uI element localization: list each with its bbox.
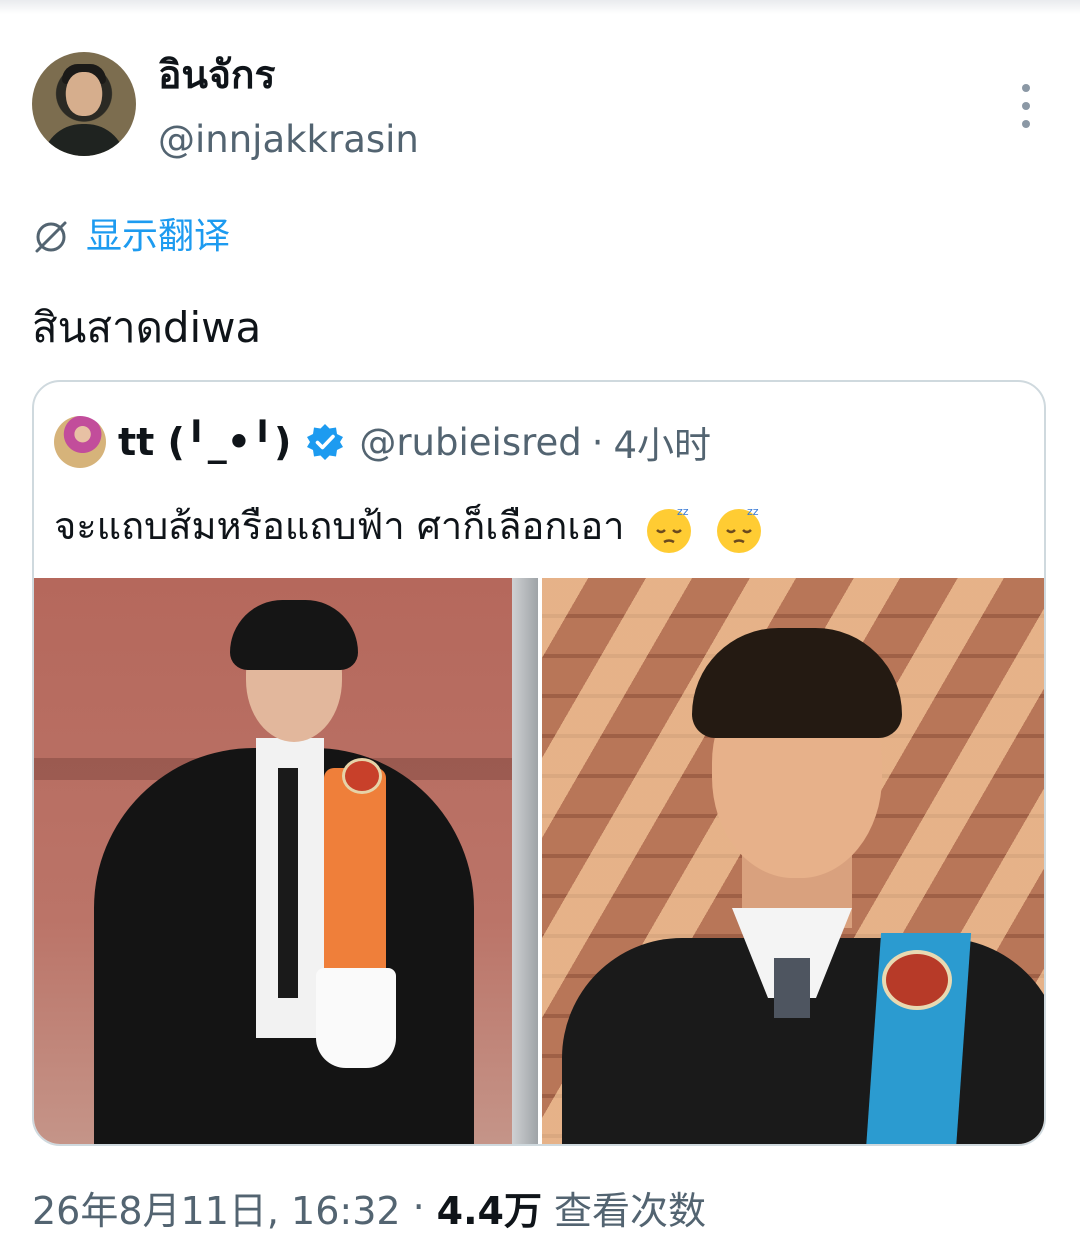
show-translation-button[interactable]: 显示翻译 (32, 212, 230, 262)
views-count: 4.4万 (436, 1188, 542, 1233)
show-translation-label: 显示翻译 (86, 216, 231, 257)
svg-text:zz: zz (677, 505, 689, 518)
quoted-tweet-card[interactable]: tt (╹_•╹) @rubieisred · 4小时 จะแถบส้มหรือ… (32, 380, 1046, 1146)
quoted-tweet-text-line: จะแถบส้มหรือแถบฟ้า ศาก็เลือกเอา zz zz (54, 500, 765, 555)
tweet-timestamp[interactable]: 26年8月11日, 16:32 (32, 1180, 401, 1235)
verified-badge-icon (307, 424, 344, 460)
quoted-photo-2[interactable] (542, 578, 1044, 1144)
author-avatar[interactable] (32, 52, 136, 156)
meta-separator: · (412, 1185, 425, 1229)
author-handle[interactable]: @innjakkrasin (158, 116, 419, 164)
quoted-tweet-text: จะแถบส้มหรือแถบฟ้า ศาก็เลือกเอา (54, 504, 625, 548)
tweet-text: สินสาดdiwa (32, 303, 262, 352)
header-separator: · (591, 420, 604, 464)
more-options-icon[interactable] (1008, 84, 1044, 128)
sleepy-face-emoji: zz (646, 505, 691, 553)
quoted-tweet-header: tt (╹_•╹) @rubieisred · 4小时 (118, 416, 711, 468)
sleepy-face-emoji: zz (716, 505, 761, 553)
quoted-author-handle[interactable]: @rubieisred (359, 421, 581, 464)
author-display-name[interactable]: อินจักร (158, 52, 276, 100)
translate-icon (35, 221, 67, 253)
quoted-author-avatar[interactable] (54, 416, 106, 468)
views-label: 查看次数 (553, 1188, 706, 1233)
quoted-tweet-time[interactable]: 4小时 (614, 415, 712, 469)
quoted-photo-1[interactable] (34, 578, 538, 1144)
quoted-author-name[interactable]: tt (╹_•╹) (118, 420, 291, 464)
svg-text:zz: zz (747, 505, 759, 518)
tweet-meta: 26年8月11日, 16:32 · 4.4万 查看次数 (32, 1180, 706, 1235)
top-edge-shadow (0, 0, 1080, 14)
